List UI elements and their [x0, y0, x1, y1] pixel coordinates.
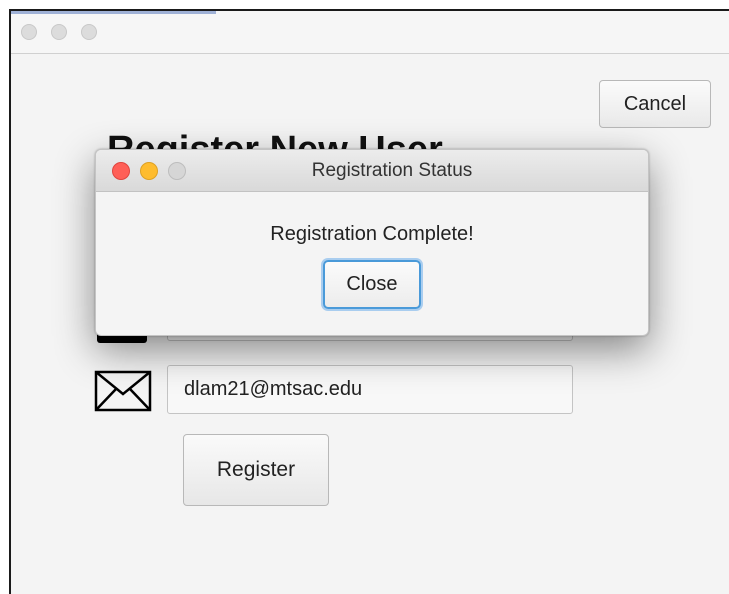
- email-field[interactable]: dlam21@mtsac.edu: [167, 365, 573, 414]
- titlebar-accent: [11, 11, 216, 14]
- close-button[interactable]: Close: [323, 260, 421, 309]
- register-button[interactable]: Register: [183, 434, 329, 506]
- main-window: Cancel Register New User dlam21@mtsac.ed…: [9, 9, 729, 594]
- window-minimize-button[interactable]: [51, 24, 67, 40]
- window-zoom-button[interactable]: [81, 24, 97, 40]
- main-titlebar: [11, 11, 729, 54]
- window-close-button[interactable]: [21, 24, 37, 40]
- registration-status-dialog: Registration Status Registration Complet…: [95, 149, 649, 336]
- dialog-message: Registration Complete!: [270, 223, 474, 245]
- dialog-titlebar: Registration Status: [96, 150, 648, 192]
- cancel-button[interactable]: Cancel: [599, 80, 711, 128]
- envelope-icon: [94, 370, 152, 412]
- dialog-title: Registration Status: [311, 160, 473, 181]
